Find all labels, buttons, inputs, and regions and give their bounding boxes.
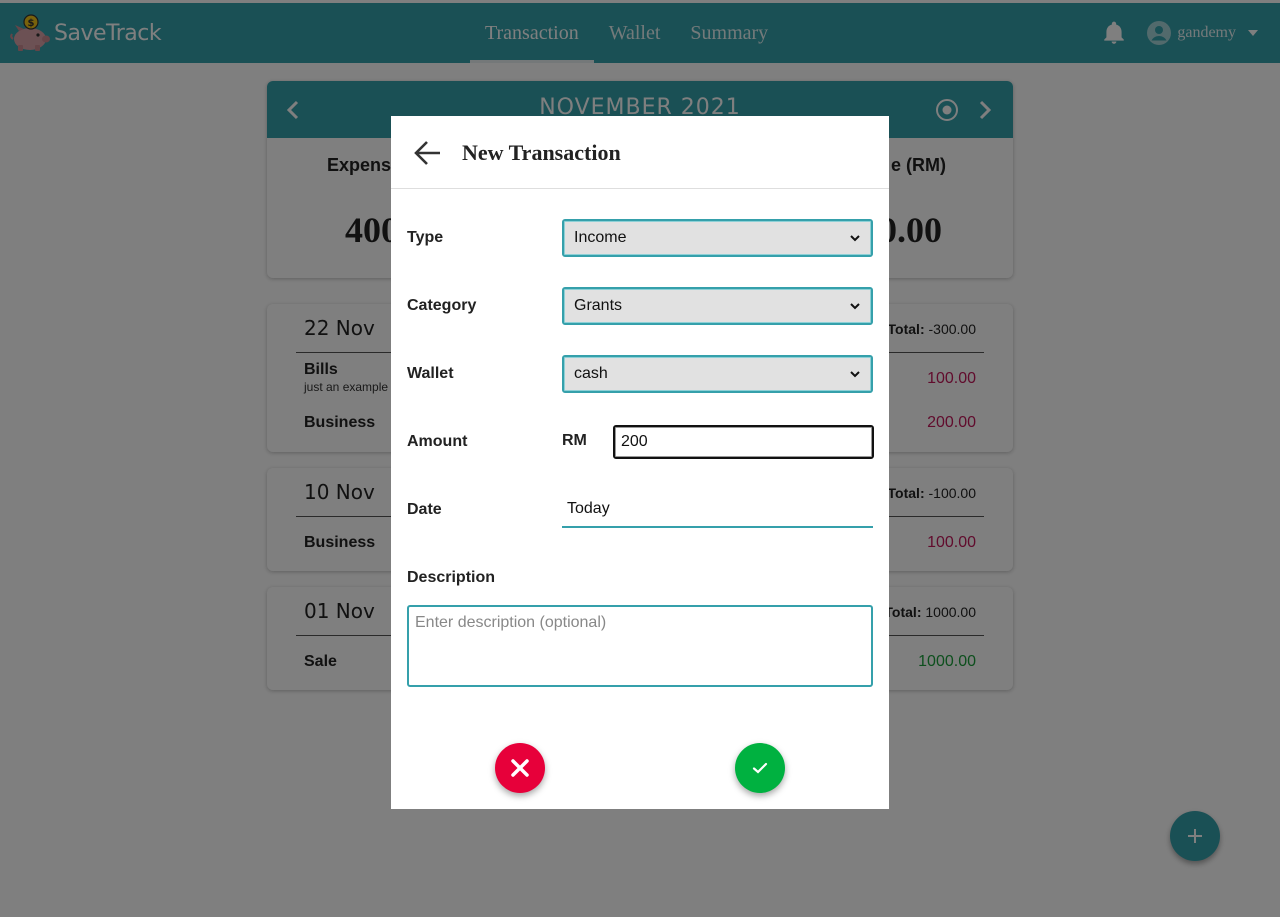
chevron-down-icon	[850, 371, 860, 378]
dialog-title: New Transaction	[462, 140, 621, 165]
category-label: Category	[407, 297, 477, 314]
amount-label: Amount	[407, 433, 468, 450]
new-transaction-dialog: New Transaction Type Income Category Gra…	[391, 116, 889, 809]
wallet-label: Wallet	[407, 365, 454, 382]
wallet-select[interactable]: cash	[562, 355, 873, 393]
confirm-button[interactable]	[735, 743, 785, 793]
currency-label: RM	[562, 432, 587, 449]
category-select[interactable]: Grants	[562, 287, 873, 325]
description-label: Description	[407, 569, 496, 586]
cancel-button[interactable]	[495, 743, 545, 793]
type-select[interactable]: Income	[562, 219, 873, 257]
close-icon	[511, 759, 529, 777]
check-icon	[752, 762, 768, 774]
arrow-left-icon[interactable]	[413, 138, 443, 168]
chevron-down-icon	[850, 235, 860, 242]
wallet-select-value: cash	[574, 365, 608, 382]
amount-input[interactable]: 200	[613, 425, 874, 459]
dialog-header: New Transaction	[391, 116, 889, 189]
type-select-value: Income	[574, 229, 627, 246]
type-label: Type	[407, 229, 444, 246]
date-input[interactable]: Today	[562, 492, 873, 528]
description-textarea[interactable]: Enter description (optional)	[407, 605, 873, 687]
category-select-value: Grants	[574, 297, 623, 314]
date-label: Date	[407, 501, 442, 518]
chevron-down-icon	[850, 303, 860, 310]
